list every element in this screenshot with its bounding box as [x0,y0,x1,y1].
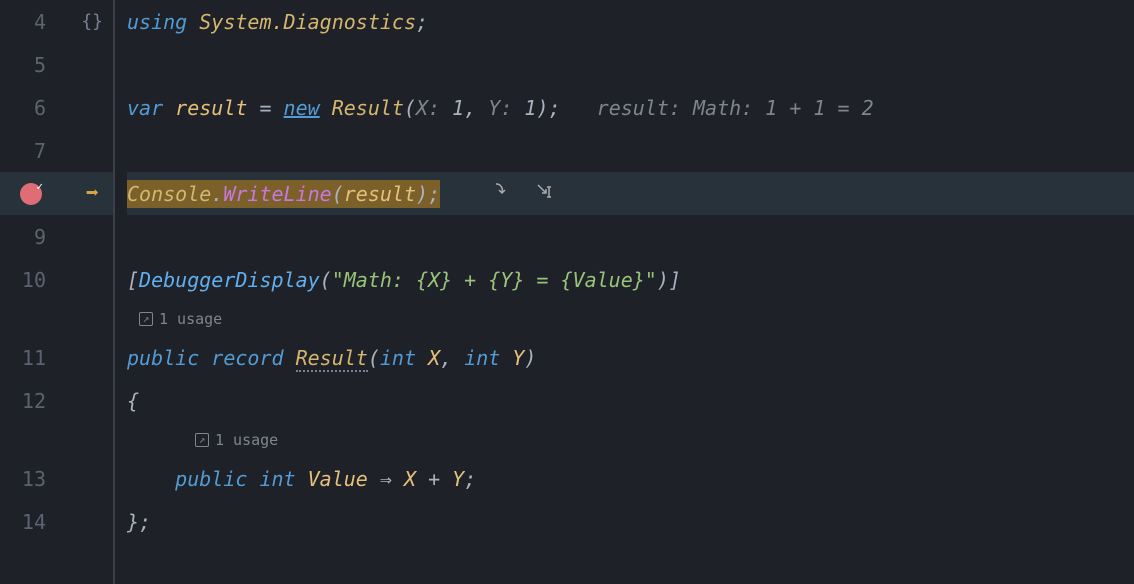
line-number: 14 [0,510,52,534]
gutter-row [0,301,113,336]
gutter-row[interactable]: 14 [0,500,113,543]
code-line-8[interactable]: Console.WriteLine(result); [127,172,1134,215]
code-line-11[interactable]: public record Result(int X, int Y) [127,336,1134,379]
breakpoint-icon[interactable] [20,183,42,205]
inline-debug-value: result: Math: 1 + 1 = 2 [561,96,874,120]
line-number: 12 [0,389,52,413]
code-line-9[interactable] [127,215,1134,258]
code-editor: 4 {} 5 6 7 ➡ 9 10 11 12 13 [0,0,1134,584]
usage-icon: ↗ [139,312,153,326]
gutter-row[interactable]: 13 [0,457,113,500]
run-to-cursor-icon[interactable] [534,181,554,206]
line-number: 4 [0,10,52,34]
gutter-row[interactable]: ➡ [0,172,113,215]
gutter-row[interactable]: 9 [0,215,113,258]
code-line-4[interactable]: using System.Diagnostics; [127,0,1134,43]
gutter-row[interactable]: 12 [0,379,113,422]
usage-icon: ↗ [195,433,209,447]
code-line-13[interactable]: public int Value ⇒ X + Y; [127,457,1134,500]
gutter-row[interactable]: 5 [0,43,113,86]
code-line-14[interactable]: }; [127,500,1134,543]
gutter-row[interactable]: 10 [0,258,113,301]
gutter: 4 {} 5 6 7 ➡ 9 10 11 12 13 [0,0,115,584]
line-number: 5 [0,53,52,77]
gutter-row [0,422,113,457]
gutter-row[interactable]: 7 [0,129,113,172]
code-line-10[interactable]: [DebuggerDisplay("Math: {X} + {Y} = {Val… [127,258,1134,301]
gutter-row[interactable]: 4 {} [0,0,113,43]
code-line-6[interactable]: var result = new Result(X: 1, Y: 1); res… [127,86,1134,129]
line-number: 7 [0,139,52,163]
code-area[interactable]: using System.Diagnostics; var result = n… [115,0,1134,584]
code-line-5[interactable] [127,43,1134,86]
gutter-row[interactable]: 11 [0,336,113,379]
line-number: 10 [0,268,52,292]
line-number: 11 [0,346,52,370]
code-line-7[interactable] [127,129,1134,172]
line-number: 9 [0,225,52,249]
code-line-12[interactable]: { [127,379,1134,422]
execution-pointer-icon: ➡ [86,181,99,206]
line-number: 13 [0,467,52,491]
code-braces-icon: {} [81,11,103,32]
line-number: 6 [0,96,52,120]
usage-badge[interactable]: ↗1 usage [127,301,1134,336]
step-into-icon[interactable] [490,181,510,206]
usage-badge[interactable]: ↗1 usage [127,422,1134,457]
gutter-row[interactable]: 6 [0,86,113,129]
